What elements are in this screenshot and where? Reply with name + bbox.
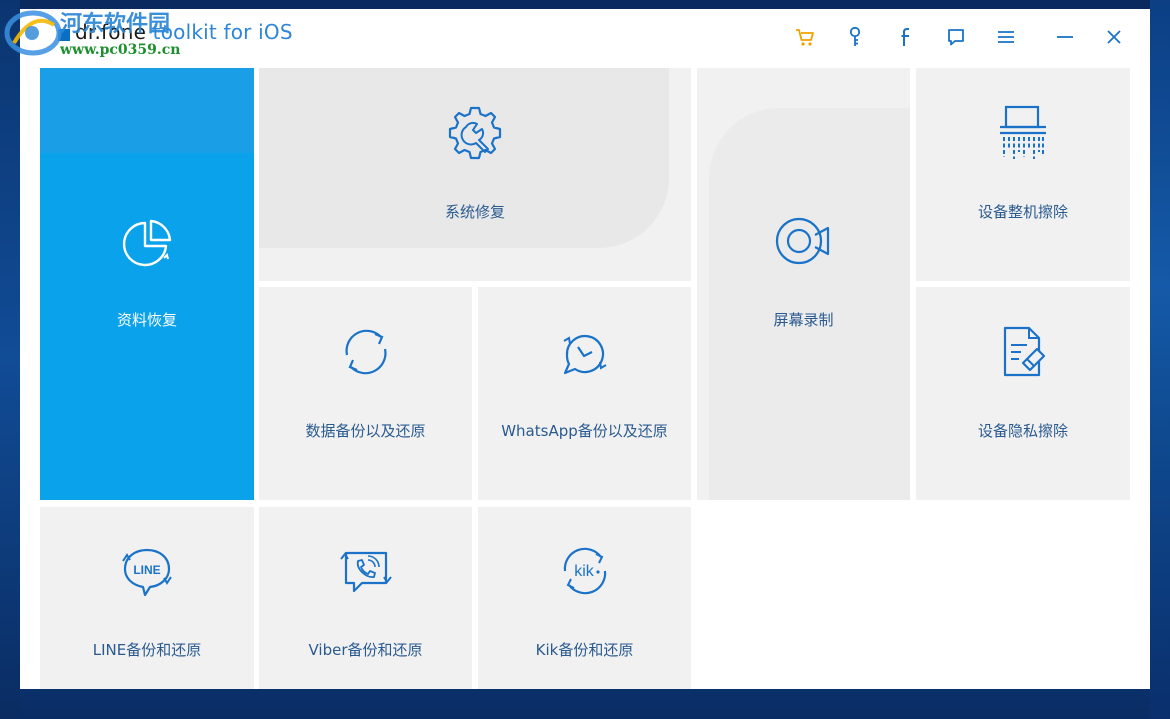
minimize-icon	[1057, 36, 1073, 38]
whatsapp-icon	[562, 334, 607, 375]
watermark-site-name: 河东软件园	[60, 11, 171, 37]
tile-label: 屏幕录制	[773, 311, 834, 329]
title-bar: dr.fone toolkit for iOS 河东软件园 www.pc0359…	[4, 9, 1150, 68]
tile-label: 设备隐私擦除	[977, 422, 1068, 440]
line-app-icon: LINE	[122, 548, 172, 597]
tile-label: WhatsApp备份以及还原	[501, 422, 668, 440]
tile-highlight-band	[40, 68, 254, 153]
facebook-button[interactable]	[893, 24, 919, 50]
tile-label: Kik备份和还原	[535, 641, 634, 659]
kik-app-icon: kik	[563, 547, 606, 595]
document-eraser-icon	[1003, 326, 1046, 377]
tile-system-repair[interactable]: 系统修复	[259, 68, 691, 281]
feedback-icon	[948, 29, 964, 46]
key-icon	[849, 26, 861, 46]
close-button[interactable]	[1101, 24, 1127, 50]
cart-button[interactable]	[792, 24, 818, 50]
app-window: dr.fone toolkit for iOS 河东软件园 www.pc0359…	[4, 9, 1150, 689]
tile-label: Viber备份和还原	[308, 641, 423, 659]
tile-data-recovery[interactable]: 资料恢复	[40, 68, 254, 500]
line-icon-text: LINE	[133, 563, 160, 577]
tile-label: 数据备份以及还原	[305, 422, 426, 440]
register-button[interactable]	[842, 24, 868, 50]
desktop-background-left	[0, 0, 20, 719]
cart-icon	[796, 29, 814, 46]
shredder-icon	[1000, 105, 1046, 159]
facebook-icon	[901, 28, 909, 46]
tile-screen-recorder[interactable]: 屏幕录制	[697, 68, 910, 500]
gear-wrench-icon	[448, 106, 502, 160]
tile-label: LINE备份和还原	[92, 641, 202, 659]
watermark-logo-icon	[4, 10, 62, 56]
tile-full-erase[interactable]: 设备整机擦除	[916, 68, 1130, 281]
sync-icon	[344, 329, 387, 375]
video-camera-icon	[775, 217, 829, 265]
kik-icon-text: kik	[574, 563, 595, 580]
feedback-button[interactable]	[943, 24, 969, 50]
desktop-background-right	[1150, 0, 1170, 719]
tile-privacy-erase[interactable]: 设备隐私擦除	[916, 287, 1130, 500]
watermark-url: www.pc0359.cn	[60, 42, 181, 58]
app-title-rest: toolkit for iOS	[152, 20, 293, 44]
tile-data-backup-restore[interactable]: 数据备份以及还原	[259, 287, 472, 500]
tile-line-backup[interactable]: LINE LINE备份和还原	[40, 507, 254, 689]
tile-whatsapp-backup[interactable]: WhatsApp备份以及还原	[478, 287, 691, 500]
tile-label: 设备整机擦除	[977, 203, 1068, 221]
tile-label: 资料恢复	[116, 311, 177, 329]
pie-chart-icon	[122, 219, 172, 267]
tile-kik-backup[interactable]: kik Kik备份和还原	[478, 507, 691, 689]
close-icon	[1107, 30, 1121, 44]
menu-button[interactable]	[993, 24, 1019, 50]
menu-icon	[998, 31, 1014, 43]
tile-decor	[709, 108, 910, 500]
viber-app-icon	[339, 551, 392, 593]
tile-viber-backup[interactable]: Viber备份和还原	[259, 507, 472, 689]
tile-label: 系统修复	[444, 203, 505, 221]
minimize-button[interactable]	[1052, 24, 1078, 50]
